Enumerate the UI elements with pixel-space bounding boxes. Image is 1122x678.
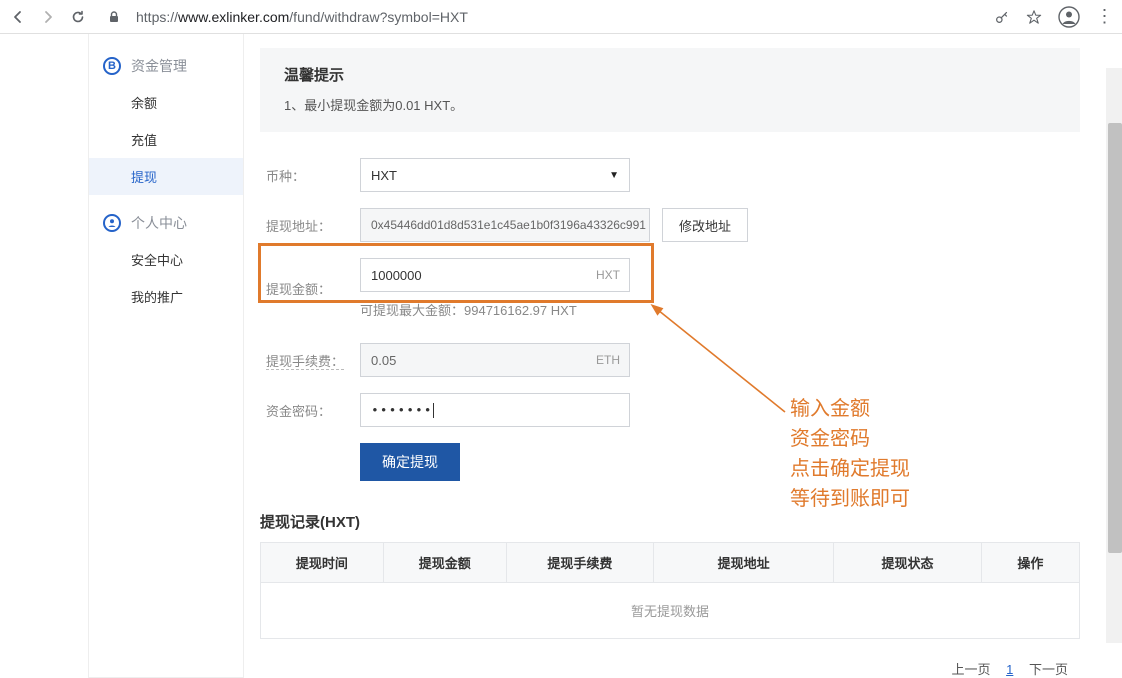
menu-icon[interactable]: ⋮: [1096, 9, 1112, 25]
currency-select[interactable]: HXT ▼: [360, 158, 630, 192]
modify-address-button[interactable]: 修改地址: [662, 208, 748, 242]
password-label: 资金密码：: [266, 401, 360, 420]
nav-reload-icon[interactable]: [70, 9, 86, 25]
vertical-scrollbar[interactable]: [1106, 68, 1122, 643]
lock-icon: [106, 9, 122, 25]
browser-toolbar: https://www.exlinker.com/fund/withdraw?s…: [0, 0, 1122, 34]
col-time: 提现时间: [261, 543, 384, 583]
nav-forward-icon[interactable]: [40, 9, 56, 25]
sidebar-item-security[interactable]: 安全中心: [89, 241, 243, 278]
col-fee: 提现手续费: [506, 543, 653, 583]
currency-value: HXT: [371, 168, 397, 183]
user-icon: [103, 214, 121, 232]
confirm-withdraw-button[interactable]: 确定提现: [360, 443, 460, 481]
fee-display: 0.05: [360, 343, 630, 377]
row-currency: 币种： HXT ▼: [260, 150, 1080, 200]
bitcoin-icon: B: [103, 57, 121, 75]
star-icon[interactable]: [1026, 9, 1042, 25]
row-fee: 提现手续费： 0.05 ETH: [260, 335, 1080, 385]
col-action: 操作: [981, 543, 1079, 583]
annotation-line-2: 资金密码: [790, 424, 910, 454]
annotation-line-3: 点击确定提现: [790, 454, 910, 484]
tip-box: 温馨提示 1、最小提现金额为0.01 HXT。: [260, 48, 1080, 132]
address-label: 提现地址：: [266, 216, 360, 235]
sidebar-item-balance[interactable]: 余额: [89, 84, 243, 121]
pager-next[interactable]: 下一页: [1029, 662, 1068, 677]
fee-suffix: ETH: [596, 343, 620, 377]
annotation-line-1: 输入金额: [790, 394, 910, 424]
amount-hint: 可提现最大金额：994716162.97 HXT: [360, 296, 577, 319]
sidebar-section-account-label: 个人中心: [131, 213, 187, 233]
sidebar-item-referral[interactable]: 我的推广: [89, 278, 243, 315]
sidebar-section-funds-label: 资金管理: [131, 56, 187, 76]
sidebar-section-funds: B 资金管理: [89, 48, 243, 84]
col-amount: 提现金额: [383, 543, 506, 583]
table-header-row: 提现时间 提现金额 提现手续费 提现地址 提现状态 操作: [261, 543, 1080, 583]
url-path: /fund/withdraw?symbol=HXT: [289, 9, 468, 25]
profile-avatar-icon[interactable]: [1058, 6, 1080, 28]
col-status: 提现状态: [834, 543, 981, 583]
url-domain: www.exlinker.com: [178, 9, 289, 25]
address-display: 0x45446dd01d8d531e1c45ae1b0f3196a43326c9…: [360, 208, 650, 242]
scrollbar-thumb[interactable]: [1108, 123, 1122, 553]
row-address: 提现地址： 0x45446dd01d8d531e1c45ae1b0f3196a4…: [260, 200, 1080, 250]
amount-label: 提现金额：: [266, 279, 360, 298]
row-password: 资金密码： •••••••: [260, 385, 1080, 435]
amount-input[interactable]: 1000000: [360, 258, 630, 292]
password-masked: •••••••: [371, 403, 433, 418]
amount-suffix: HXT: [596, 258, 620, 292]
records-section: 提现记录(HXT) 提现时间 提现金额 提现手续费 提现地址 提现状态 操作 暂…: [260, 511, 1080, 678]
annotation-line-4: 等待到账即可: [790, 484, 910, 514]
address-bar[interactable]: https://www.exlinker.com/fund/withdraw?s…: [132, 9, 468, 25]
tip-title: 温馨提示: [284, 64, 1056, 85]
pager: 上一页 1 下一页: [260, 639, 1080, 678]
records-table: 提现时间 提现金额 提现手续费 提现地址 提现状态 操作: [260, 542, 1080, 583]
no-data-message: 暂无提现数据: [260, 583, 1080, 639]
url-scheme: https://: [136, 9, 178, 25]
tip-text: 1、最小提现金额为0.01 HXT。: [284, 95, 1056, 114]
col-address: 提现地址: [654, 543, 834, 583]
annotation-text: 输入金额 资金密码 点击确定提现 等待到账即可: [790, 394, 910, 514]
nav-back-icon[interactable]: [10, 9, 26, 25]
records-title: 提现记录(HXT): [260, 511, 1080, 532]
sidebar-item-deposit[interactable]: 充值: [89, 121, 243, 158]
text-caret: [433, 403, 434, 418]
currency-label: 币种：: [266, 166, 360, 185]
fund-password-input[interactable]: •••••••: [360, 393, 630, 427]
sidebar-section-account: 个人中心: [89, 205, 243, 241]
row-amount: 提现金额： 1000000 HXT 可提现最大金额：994716162.97 H…: [260, 250, 1080, 327]
chevron-down-icon: ▼: [609, 170, 619, 181]
main-panel: 温馨提示 1、最小提现金额为0.01 HXT。 币种： HXT ▼ 提现地址： …: [260, 34, 1084, 678]
sidebar-item-withdraw[interactable]: 提现: [89, 158, 243, 195]
pager-prev[interactable]: 上一页: [951, 662, 990, 677]
key-icon[interactable]: [994, 9, 1010, 25]
fee-label: 提现手续费：: [266, 351, 360, 370]
sidebar: B 资金管理 余额 充值 提现 个人中心 安全中心 我的推广: [88, 34, 244, 678]
pager-current[interactable]: 1: [1006, 662, 1013, 677]
